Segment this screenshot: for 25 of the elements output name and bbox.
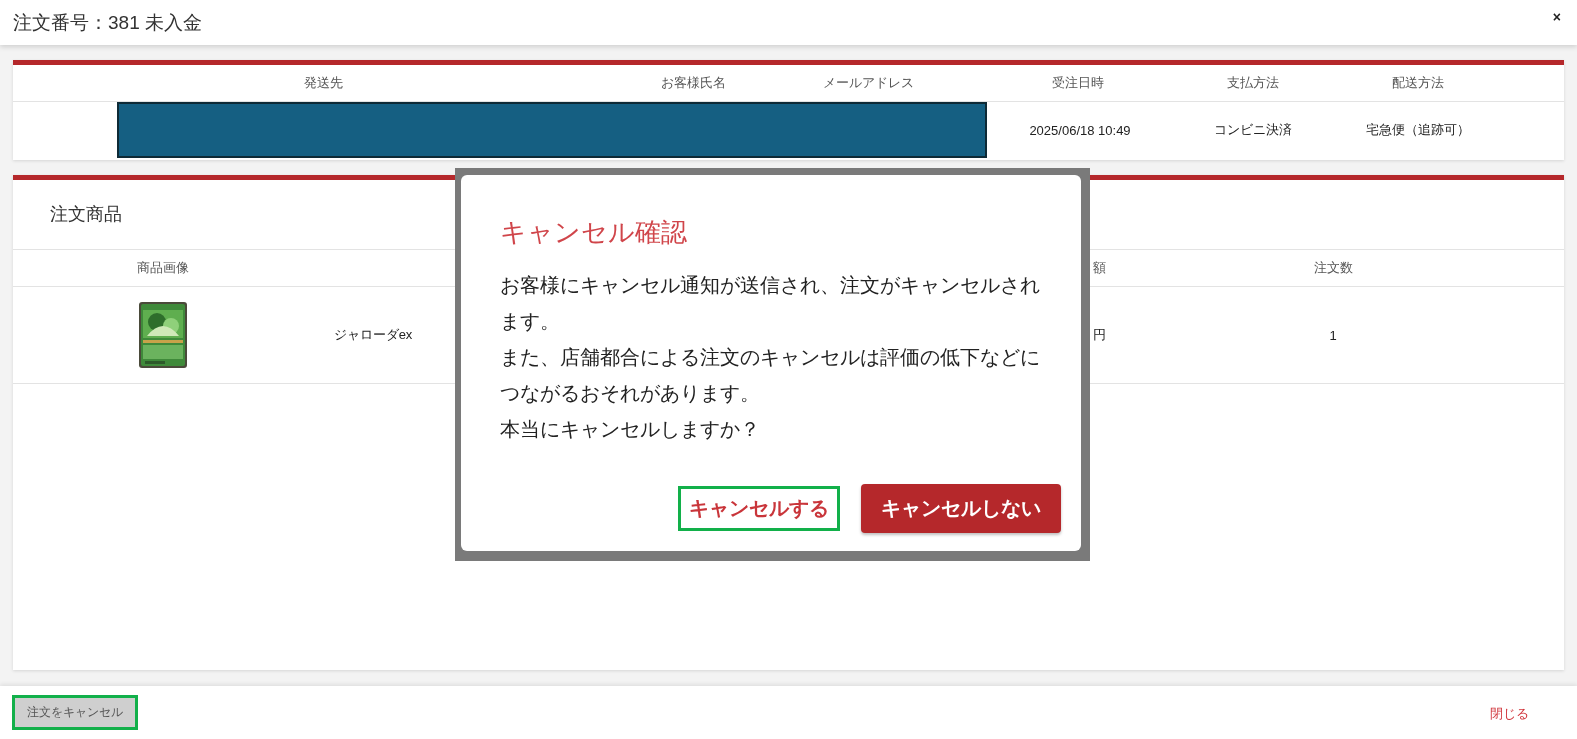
column-header: お客様氏名	[660, 74, 726, 92]
column-header: 配送方法	[1392, 74, 1444, 92]
dialog-heading: キャンセル確認	[500, 216, 688, 249]
column-header: 発送先	[303, 74, 343, 92]
action-button[interactable]: キャンセルしない	[861, 484, 1061, 533]
table-cell: コンビニ決済	[1214, 121, 1292, 139]
table-cell: 宅急便（追跡可）	[1366, 121, 1470, 139]
table-cell: 1	[1329, 327, 1337, 343]
column-header: メールアドレス	[822, 74, 914, 92]
column-header: 受注日時	[1052, 74, 1104, 92]
column-header: 額	[1093, 259, 1106, 277]
dialog-message: 本当にキャンセルしますか？	[500, 417, 761, 442]
close-link[interactable]: 閉じる	[1490, 704, 1529, 723]
dialog-message: また、店舗都合による注文のキャンセルは評価の低下などにつながるおそれがあります。	[500, 345, 1041, 406]
column-header: 注文数	[1313, 259, 1353, 277]
dialog-title: 注文番号：381 未入金	[13, 10, 202, 35]
table-cell: ジャローダex	[333, 326, 413, 344]
dialog-message: お客様にキャンセル通知が送信され、注文がキャンセルされます。	[500, 273, 1041, 334]
action-button[interactable]: キャンセルする	[681, 489, 837, 528]
table-cell: 円	[1093, 326, 1106, 344]
close-button[interactable]: ×	[1550, 8, 1563, 25]
table-cell: 2025/06/18 10:49	[1029, 122, 1131, 138]
column-header: 商品画像	[137, 259, 189, 277]
column-header: 支払方法	[1227, 74, 1279, 92]
action-button[interactable]: 注文をキャンセル	[15, 698, 135, 727]
